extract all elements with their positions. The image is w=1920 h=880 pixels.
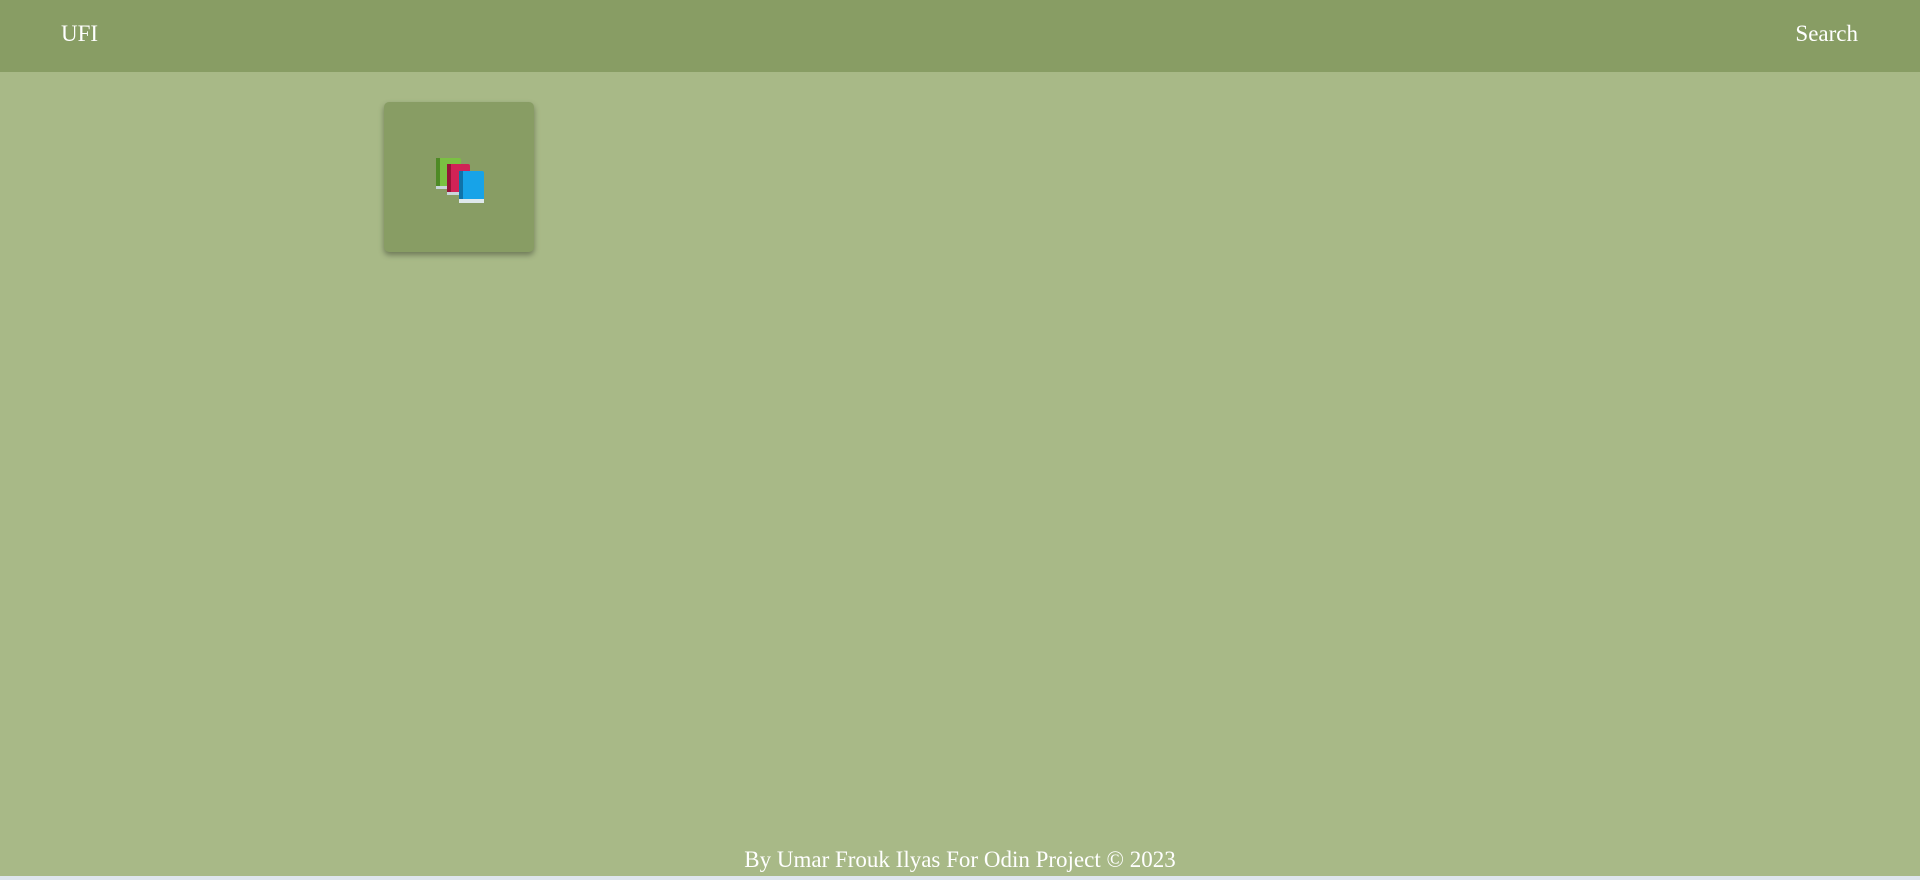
brand-logo-link[interactable]: UFI [61, 20, 98, 48]
top-nav-bar: UFI Search [0, 0, 1920, 72]
window-bottom-edge [0, 876, 1920, 880]
footer-credit: By Umar Frouk Ilyas For Odin Project © 2… [744, 847, 1176, 872]
library-card[interactable] [384, 102, 534, 252]
books-icon [436, 158, 484, 203]
search-link[interactable]: Search [1795, 20, 1858, 48]
